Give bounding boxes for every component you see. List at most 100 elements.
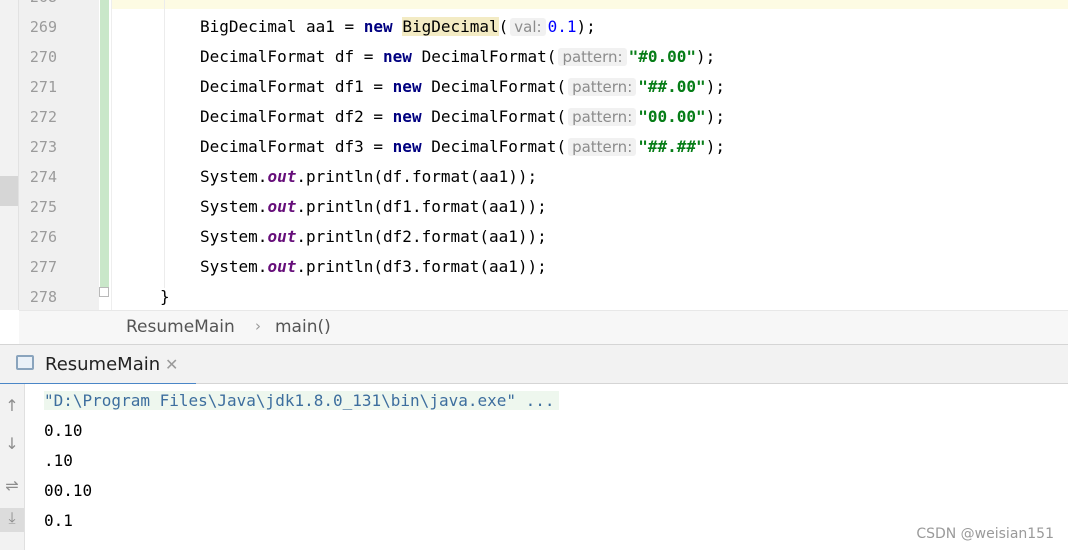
class-token-highlighted: BigDecimal bbox=[402, 17, 499, 36]
line-number: 278 bbox=[29, 288, 57, 306]
param-hint: pattern: bbox=[568, 78, 637, 96]
system-token: System. bbox=[200, 227, 268, 246]
run-toolbar: ↑ ↓ ⇌ ⤓ bbox=[0, 384, 25, 550]
string-literal: "#0.00" bbox=[628, 47, 697, 66]
number-literal: 0.1 bbox=[547, 17, 577, 36]
code-line[interactable]: 270 DecimalFormat df = new DecimalFormat… bbox=[0, 42, 1068, 72]
code-text[interactable]: System.out.println(df1.format(aa1)); bbox=[200, 192, 547, 222]
call-token: .println(df3.format(aa1)); bbox=[296, 257, 547, 276]
tab-resumemain[interactable]: ResumeMain ✕ bbox=[0, 345, 196, 386]
class-token: DecimalFormat( bbox=[411, 47, 557, 66]
line-number: 276 bbox=[29, 228, 57, 246]
chevron-right-icon: › bbox=[255, 317, 261, 335]
static-field-out: out bbox=[267, 257, 297, 276]
class-token: DecimalFormat( bbox=[421, 137, 567, 156]
code-text[interactable]: System.out.println(df.format(aa1)); bbox=[200, 162, 537, 192]
close-icon[interactable]: ✕ bbox=[165, 355, 178, 374]
line-number: 270 bbox=[29, 48, 57, 66]
watermark: CSDN @weisian151 bbox=[916, 526, 1054, 542]
line-number: 272 bbox=[29, 108, 57, 126]
static-field-out: out bbox=[267, 197, 297, 216]
code-line[interactable]: 278 } bbox=[0, 282, 1068, 312]
code-text[interactable]: System.out.println(df2.format(aa1)); bbox=[200, 222, 547, 252]
paren-close: ); bbox=[705, 137, 725, 156]
paren-open: ( bbox=[498, 17, 509, 36]
line-number: 274 bbox=[29, 168, 57, 186]
code-text[interactable]: DecimalFormat df1 = new DecimalFormat(pa… bbox=[200, 72, 725, 102]
console-output[interactable]: "D:\Program Files\Java\jdk1.8.0_131\bin\… bbox=[25, 384, 1068, 550]
code-text[interactable]: System.out.println(df3.format(aa1)); bbox=[200, 252, 547, 282]
param-hint: pattern: bbox=[568, 138, 637, 156]
line-number: 271 bbox=[29, 78, 57, 96]
paren-close: ); bbox=[576, 17, 596, 36]
line-number: 268 bbox=[19, 0, 57, 12]
string-literal: "##.##" bbox=[638, 137, 706, 156]
static-field-out: out bbox=[267, 167, 297, 186]
system-token: System. bbox=[200, 197, 268, 216]
var-token: df2 = bbox=[325, 107, 393, 126]
code-line[interactable]: 274 System.out.println(df.format(aa1)); bbox=[0, 162, 1068, 192]
code-editor[interactable]: 268 269 BigDecimal aa1 = new BigDecimal(… bbox=[0, 0, 1068, 310]
console-line: "D:\Program Files\Java\jdk1.8.0_131\bin\… bbox=[44, 386, 559, 416]
code-line[interactable]: 273 DecimalFormat df3 = new DecimalForma… bbox=[0, 132, 1068, 162]
console-line: 0.10 bbox=[44, 421, 83, 440]
keyword-new: new bbox=[383, 47, 412, 66]
breadcrumb-class[interactable]: ResumeMain bbox=[126, 317, 235, 337]
string-literal: "##.00" bbox=[638, 77, 706, 96]
tab-label: ResumeMain bbox=[45, 354, 161, 375]
scroll-to-end-icon[interactable]: ⤓ bbox=[0, 508, 24, 532]
code-line[interactable]: 269 BigDecimal aa1 = new BigDecimal(val:… bbox=[0, 12, 1068, 42]
keyword-new: new bbox=[363, 17, 393, 36]
line-number: 275 bbox=[29, 198, 57, 216]
system-token: System. bbox=[200, 257, 268, 276]
code-text[interactable]: DecimalFormat df = new DecimalFormat(pat… bbox=[200, 42, 715, 72]
class-token: DecimalFormat( bbox=[421, 107, 567, 126]
line-number: 277 bbox=[29, 258, 57, 276]
paren-close: ); bbox=[705, 77, 725, 96]
paren-close: ); bbox=[705, 107, 725, 126]
var-token: df1 = bbox=[325, 77, 393, 96]
code-line[interactable]: 277 System.out.println(df3.format(aa1)); bbox=[0, 252, 1068, 282]
breadcrumb-method[interactable]: main() bbox=[275, 317, 331, 337]
call-token: .println(df2.format(aa1)); bbox=[296, 227, 547, 246]
var-token: df3 = bbox=[325, 137, 393, 156]
system-token: System. bbox=[200, 167, 268, 186]
code-line[interactable]: 272 DecimalFormat df2 = new DecimalForma… bbox=[0, 102, 1068, 132]
keyword-new: new bbox=[392, 107, 422, 126]
console-line: .10 bbox=[44, 451, 73, 470]
console-icon bbox=[16, 355, 34, 370]
class-token: DecimalFormat( bbox=[421, 77, 567, 96]
arrow-down-icon[interactable]: ↓ bbox=[0, 434, 24, 453]
type-token: BigDecimal bbox=[200, 17, 297, 36]
arrow-up-icon[interactable]: ↑ bbox=[0, 396, 24, 415]
breadcrumb: ResumeMain › main() bbox=[19, 310, 1068, 344]
code-text[interactable]: DecimalFormat df2 = new DecimalFormat(pa… bbox=[200, 102, 725, 132]
java-command: "D:\Program Files\Java\jdk1.8.0_131\bin\… bbox=[44, 391, 559, 410]
line-number: 269 bbox=[29, 18, 57, 36]
code-line[interactable]: 271 DecimalFormat df1 = new DecimalForma… bbox=[0, 72, 1068, 102]
paren-close: ); bbox=[696, 47, 716, 66]
type-token: DecimalFormat bbox=[200, 47, 326, 66]
soft-wrap-icon[interactable]: ⇌ bbox=[0, 476, 24, 495]
console-line: 0.1 bbox=[44, 511, 73, 530]
type-token: DecimalFormat bbox=[200, 77, 326, 96]
run-panel-header: ResumeMain ✕ bbox=[0, 344, 1068, 386]
line-number: 273 bbox=[29, 138, 57, 156]
string-literal: "00.00" bbox=[638, 107, 706, 126]
code-line[interactable]: 276 System.out.println(df2.format(aa1)); bbox=[0, 222, 1068, 252]
type-token: DecimalFormat bbox=[200, 137, 326, 156]
static-field-out: out bbox=[267, 227, 297, 246]
code-text[interactable]: BigDecimal aa1 = new BigDecimal(val: 0.1)… bbox=[200, 12, 596, 42]
param-hint: val: bbox=[510, 18, 546, 36]
call-token: .println(df1.format(aa1)); bbox=[296, 197, 547, 216]
var-token: df = bbox=[325, 47, 384, 66]
call-token: .println(df.format(aa1)); bbox=[296, 167, 538, 186]
keyword-new: new bbox=[392, 77, 422, 96]
code-line[interactable]: 275 System.out.println(df1.format(aa1)); bbox=[0, 192, 1068, 222]
console-line: 00.10 bbox=[44, 481, 93, 500]
param-hint: pattern: bbox=[568, 108, 637, 126]
code-text[interactable]: DecimalFormat df3 = new DecimalFormat(pa… bbox=[200, 132, 725, 162]
param-hint: pattern: bbox=[558, 48, 627, 66]
closing-brace[interactable]: } bbox=[160, 282, 170, 312]
keyword-new: new bbox=[392, 137, 422, 156]
